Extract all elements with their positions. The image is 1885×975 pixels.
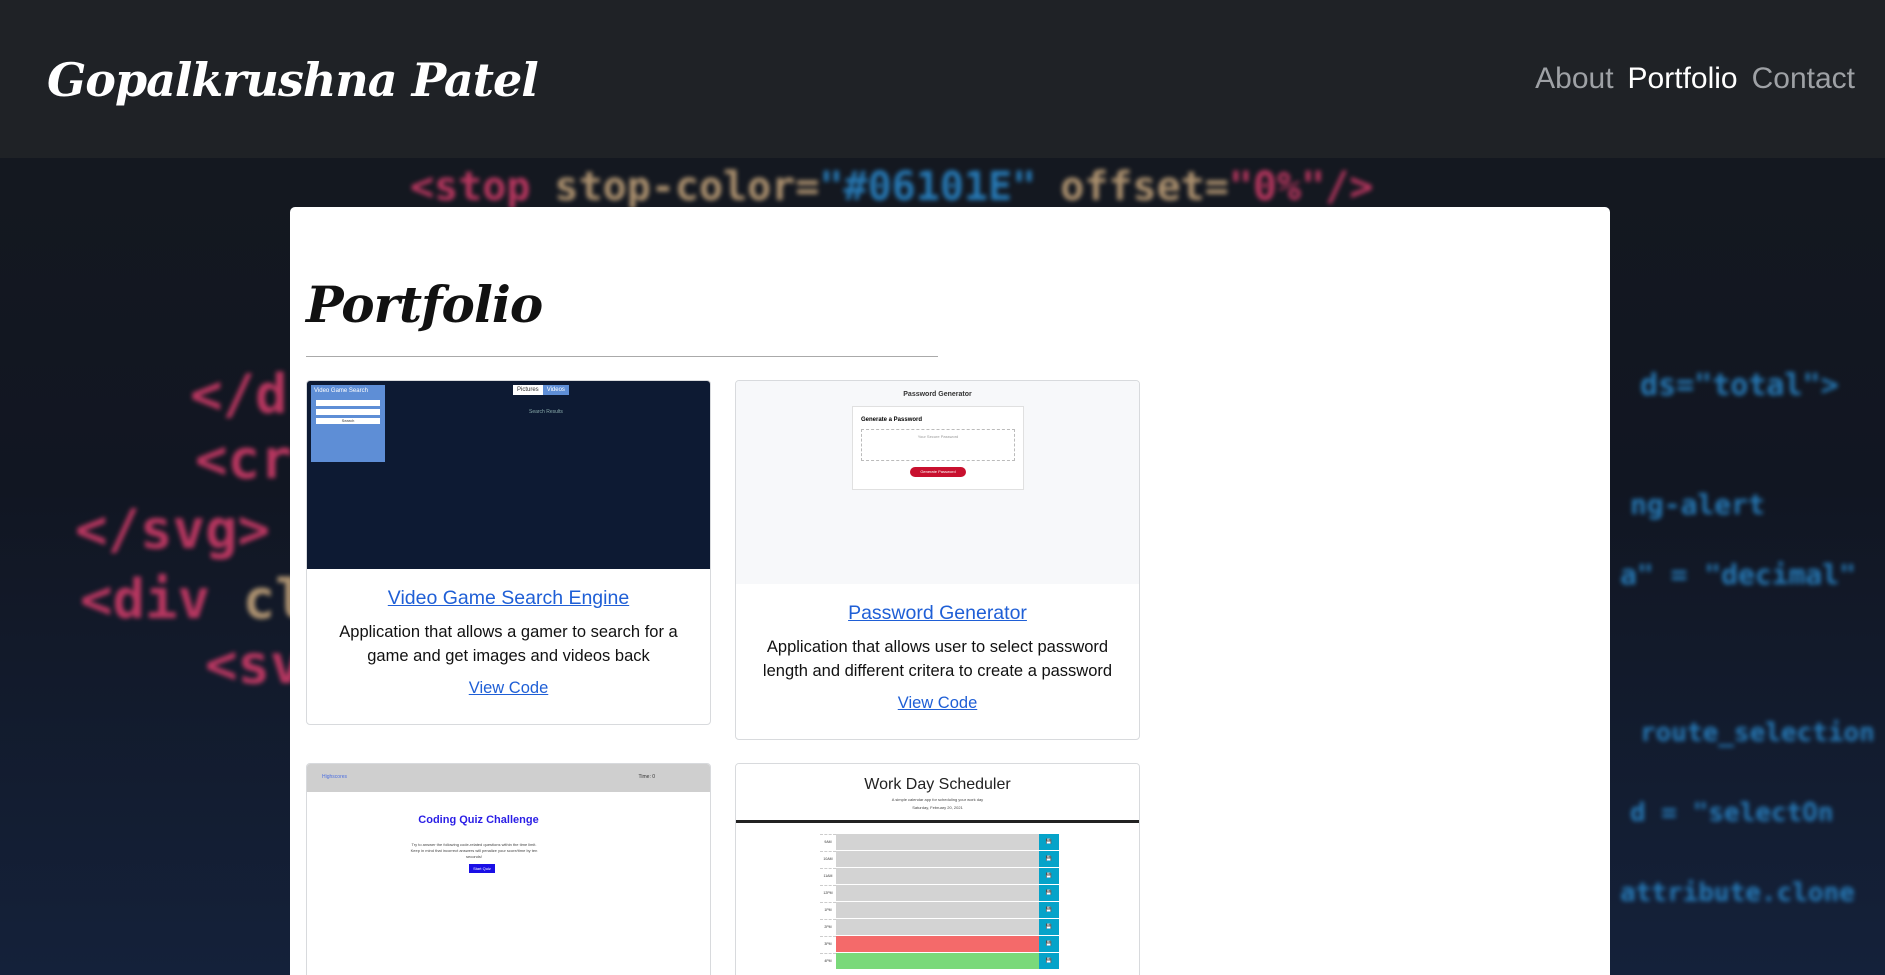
background-code-line: </d — [190, 363, 288, 426]
thumb-time-block: 4PM 💾 — [820, 953, 1059, 970]
thumb-tab: Pictures — [513, 385, 543, 395]
save-icon: 💾 — [1039, 953, 1059, 970]
thumb-slot — [836, 936, 1039, 953]
thumb-hour-label: 4PM — [820, 953, 836, 970]
background-code-line: <sv — [205, 633, 303, 696]
project-card: Password Generator Generate a Password Y… — [735, 380, 1140, 740]
background-code-line: <div cl — [80, 568, 308, 631]
thumb-time-block: 9AM 💾 — [820, 834, 1059, 851]
background-code-line: </svg> — [75, 498, 271, 561]
thumb-hour-label: 11AM — [820, 868, 836, 885]
project-screenshot[interactable]: Work Day Scheduler A simple calendar app… — [736, 764, 1139, 975]
project-title-link[interactable]: Password Generator — [736, 602, 1139, 625]
background-code-line: a" = "decimal" — [1620, 558, 1857, 591]
save-icon: 💾 — [1039, 902, 1059, 919]
thumb-generator-card: Generate a Password Your Secure Password… — [852, 406, 1024, 490]
thumb-tab: Videos — [542, 385, 569, 395]
thumb-field — [316, 409, 380, 415]
thumb-slot — [836, 919, 1039, 936]
thumb-scheduler-title: Work Day Scheduler — [864, 776, 1011, 793]
thumb-heading: Password Generator — [903, 391, 972, 398]
project-card: Video Game Search Search Pictures Videos… — [306, 380, 711, 725]
thumb-quiz-text: Try to answer the following code-related… — [410, 842, 538, 859]
thumb-generate-button: Generate Password — [910, 467, 966, 477]
thumb-hour-label: 9AM — [820, 834, 836, 851]
background-code-line: route_selection — [1640, 718, 1875, 748]
nav-contact[interactable]: Contact — [1752, 62, 1855, 96]
thumb-results-label: Search Results — [529, 409, 563, 415]
thumb-card-heading: Generate a Password — [861, 417, 923, 423]
thumb-hour-label: 12PM — [820, 885, 836, 902]
page-title: Portfolio — [306, 275, 543, 334]
brand-name[interactable]: Gopalkrushna Patel — [47, 53, 539, 107]
save-icon: 💾 — [1039, 885, 1059, 902]
thumb-tabs: Pictures Videos — [513, 385, 569, 395]
thumb-quiz-title: Coding Quiz Challenge — [418, 814, 539, 826]
nav-about[interactable]: About — [1535, 62, 1613, 96]
portfolio-section: Portfolio Video Game Search Search Pictu… — [290, 207, 1610, 975]
view-code-link[interactable]: View Code — [307, 679, 710, 698]
view-code-link[interactable]: View Code — [736, 694, 1139, 713]
thumb-slot — [836, 902, 1039, 919]
thumb-field — [316, 400, 380, 406]
thumb-time-block: 10AM 💾 — [820, 851, 1059, 868]
project-description: Application that allows a gamer to searc… — [339, 623, 678, 665]
project-description: Application that allows user to select p… — [762, 638, 1113, 680]
save-icon: 💾 — [1039, 851, 1059, 868]
background-code-line: ng-alert — [1630, 488, 1765, 521]
thumb-hour-label: 3PM — [820, 936, 836, 953]
background-code-line: d = "selectOn — [1630, 798, 1834, 828]
background-code-line: attribute.clone — [1620, 878, 1855, 908]
site-header: Gopalkrushna Patel About Portfolio Conta… — [0, 0, 1885, 158]
thumb-panel-title: Video Game Search — [314, 388, 368, 394]
thumb-time-block: 12PM 💾 — [820, 885, 1059, 902]
thumb-hour-label: 1PM — [820, 902, 836, 919]
thumb-time-block: 1PM 💾 — [820, 902, 1059, 919]
thumb-time-block: 2PM 💾 — [820, 919, 1059, 936]
thumb-hour-label: 10AM — [820, 851, 836, 868]
save-icon: 💾 — [1039, 834, 1059, 851]
thumb-highscores-link: Highscores — [322, 774, 348, 780]
thumb-slot — [836, 885, 1039, 902]
project-screenshot[interactable]: Video Game Search Search Pictures Videos… — [307, 381, 710, 569]
thumb-slot — [836, 953, 1039, 970]
thumb-time-block: 3PM 💾 — [820, 936, 1059, 953]
project-screenshot[interactable]: Highscores Time: 0 Coding Quiz Challenge… — [307, 764, 710, 975]
nav-portfolio[interactable]: Portfolio — [1628, 62, 1738, 96]
thumb-divider — [736, 820, 1139, 823]
background-code-line: ds="total"> — [1640, 368, 1839, 403]
thumb-scheduler-subtitle: A simple calendar app for scheduling you… — [891, 797, 984, 802]
project-card: Work Day Scheduler A simple calendar app… — [735, 763, 1140, 975]
thumb-slot — [836, 851, 1039, 868]
save-icon: 💾 — [1039, 919, 1059, 936]
thumb-search-panel: Video Game Search Search — [311, 385, 385, 462]
thumb-search-button: Search — [316, 418, 380, 424]
thumb-time-blocks: 9AM 💾 10AM 💾 11AM 💾 12PM 💾 1PM 💾 2PM 💾 3PM 💾 4P… — [820, 834, 1059, 970]
project-screenshot[interactable]: Password Generator Generate a Password Y… — [736, 381, 1139, 584]
thumb-timer: Time: 0 — [638, 774, 655, 780]
main-nav: About Portfolio Contact — [1535, 62, 1855, 96]
thumb-password-box: Your Secure Password — [861, 429, 1015, 461]
thumb-slot — [836, 868, 1039, 885]
thumb-quiz-header: Highscores Time: 0 — [307, 764, 710, 792]
project-card: Highscores Time: 0 Coding Quiz Challenge… — [306, 763, 711, 975]
thumb-hour-label: 2PM — [820, 919, 836, 936]
thumb-scheduler-date: Saturday, February 20, 2021 — [912, 805, 963, 810]
save-icon: 💾 — [1039, 936, 1059, 953]
thumb-slot — [836, 834, 1039, 851]
thumb-start-button: Start Quiz — [469, 864, 495, 873]
background-code-line: <stop stop-color="#06101E" offset="0%"/> — [410, 164, 1374, 210]
title-divider — [306, 356, 938, 357]
project-title-link[interactable]: Video Game Search Engine — [307, 587, 710, 610]
thumb-time-block: 11AM 💾 — [820, 868, 1059, 885]
save-icon: 💾 — [1039, 868, 1059, 885]
